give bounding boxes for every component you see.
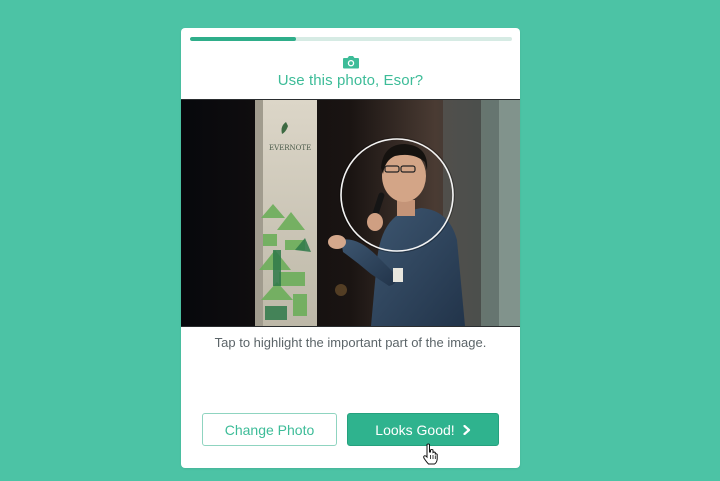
- change-photo-button[interactable]: Change Photo: [202, 413, 337, 446]
- photo-confirm-card: Use this photo, Esor? EVERNOTE Tap to hi…: [181, 28, 520, 468]
- prompt-title: Use this photo, Esor?: [277, 72, 424, 89]
- change-photo-label: Change Photo: [224, 421, 315, 438]
- looks-good-button[interactable]: Looks Good!: [347, 413, 499, 446]
- instruction-text: Tap to highlight the important part of t…: [214, 335, 487, 350]
- banner-text: EVERNOTE: [269, 144, 311, 152]
- chevron-right-icon: [463, 424, 470, 435]
- looks-good-label: Looks Good!: [375, 421, 455, 438]
- progress-bar-fill: [190, 37, 297, 41]
- progress-bar: [190, 37, 512, 41]
- evernote-banner: [255, 100, 317, 326]
- camera-icon: [343, 56, 359, 69]
- hand-pointer-cursor: [423, 443, 438, 465]
- speaker-photo[interactable]: EVERNOTE: [181, 99, 520, 327]
